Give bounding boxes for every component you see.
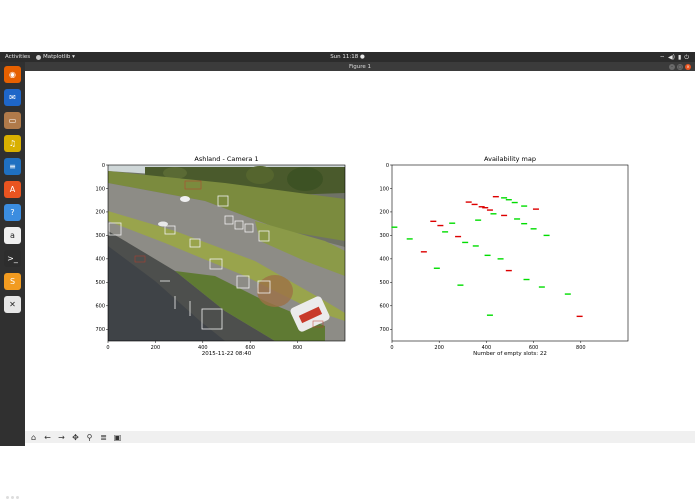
right-ytick-label: 200 (379, 210, 389, 216)
close-button[interactable]: × (685, 63, 691, 70)
right-ytick-label: 600 (379, 304, 389, 310)
empty-slot-mark (486, 314, 493, 316)
empty-slot-mark (462, 241, 469, 244)
empty-slot-mark (490, 213, 497, 215)
forward-icon[interactable]: → (57, 433, 66, 442)
occupied-slot-mark (482, 207, 489, 209)
thunderbird-icon[interactable]: ✉ (4, 89, 21, 106)
empty-slot-mark (433, 267, 440, 269)
empty-slot-mark (521, 222, 528, 225)
power-icon: ⏻ (684, 53, 689, 61)
zoom-icon[interactable]: ⚲ (85, 433, 94, 442)
left-axes-title: Ashland - Camera 1 (194, 155, 259, 163)
rhythmbox-icon[interactable]: ♫ (4, 135, 21, 152)
sublime-icon[interactable]: S (4, 273, 21, 290)
availability-axes (391, 164, 629, 342)
right-ytick-label: 700 (379, 327, 389, 333)
right-axes-title: Availability map (484, 155, 536, 163)
occupied-slot-mark (486, 209, 493, 211)
empty-slot-mark (497, 258, 504, 260)
left-ytick-label: 300 (95, 233, 105, 239)
occupied-slot-mark (501, 214, 508, 217)
right-ytick-label: 100 (379, 186, 389, 192)
empty-slot-mark (514, 218, 521, 220)
matplotlib-toolbar: ⌂ ← → ✥ ⚲ ≣ ▣ (25, 431, 695, 443)
window-titlebar[interactable]: Figure 1 – □ × (25, 62, 695, 71)
empty-slot-mark (538, 286, 545, 288)
empty-slot-mark (475, 219, 482, 221)
terminal-icon[interactable]: >_ (4, 250, 21, 267)
screen-margin-top (0, 0, 695, 52)
left-ytick-label: 700 (95, 327, 105, 333)
empty-slot-mark (391, 226, 398, 228)
occupied-slot-mark (471, 203, 478, 206)
empty-slot-mark (442, 231, 449, 233)
dock: ◉ ✉ ▭ ♫ ≡ A? a >_ S ✕ (0, 62, 25, 499)
occupied-slot-mark (420, 251, 427, 253)
right-ytick-label: 300 (379, 233, 389, 239)
save-icon[interactable]: ▣ (113, 433, 122, 442)
occupied-slot-mark (532, 208, 539, 210)
gnome-top-bar: Activities Matplotlib ▾ Sun 11:18 ● ⌔ ◀)… (0, 52, 695, 62)
empty-slot-mark (484, 254, 491, 257)
left-ytick-label: 500 (95, 280, 105, 286)
empty-slot-mark (457, 284, 464, 286)
window-title: Figure 1 (348, 63, 372, 70)
clock[interactable]: Sun 11:18 ● (0, 54, 695, 60)
left-ytick-label: 600 (95, 304, 105, 310)
occupied-slot-mark (505, 269, 512, 272)
left-ytick-label: 200 (95, 210, 105, 216)
right-ytick-label: 0 (386, 163, 389, 169)
tool-icon[interactable]: ✕ (4, 296, 21, 313)
pan-icon[interactable]: ✥ (71, 433, 80, 442)
left-axes-xlabel: 2015-11-22 08:40 (201, 351, 252, 357)
empty-slot-mark (505, 199, 512, 201)
occupied-slot-mark (430, 220, 437, 223)
configure-icon[interactable]: ≣ (99, 433, 108, 442)
figure-svg: 0 200 400 600 80001002003004005006007000 200 4… (95, 163, 629, 351)
amazon-icon[interactable]: a (4, 227, 21, 244)
occupied-slot-mark (576, 315, 583, 318)
empty-slot-mark (472, 245, 479, 247)
files-icon[interactable]: ▭ (4, 112, 21, 129)
occupied-slot-mark (465, 201, 472, 203)
left-ytick-label: 0 (102, 163, 105, 169)
system-tray[interactable]: ⌔ ◀) ▮ ⏻ (659, 54, 689, 62)
occupied-slot-mark (437, 224, 444, 227)
maximize-button[interactable]: □ (677, 63, 683, 70)
empty-slot-mark (449, 222, 456, 224)
figure-canvas[interactable]: 0 200 400 600 800 0 100 200 300 400 500 600 700 0 200 4… (25, 71, 695, 431)
left-ytick-label: 100 (95, 186, 105, 192)
camera-image (107, 164, 346, 342)
empty-slot-mark (530, 228, 537, 230)
software-icon[interactable]: A (4, 181, 21, 198)
firefox-icon[interactable]: ◉ (4, 66, 21, 83)
right-ytick-label: 500 (379, 280, 389, 286)
minimize-button[interactable]: – (669, 63, 675, 70)
empty-slot-mark (501, 197, 508, 199)
empty-slot-mark (564, 293, 571, 295)
back-icon[interactable]: ← (43, 433, 52, 442)
right-axes-xlabel: Number of empty slots: 22 (473, 351, 547, 357)
occupied-slot-mark (455, 235, 462, 238)
battery-icon: ▮ (677, 53, 682, 61)
writer-icon[interactable]: ≡ (4, 158, 21, 175)
empty-slot-mark (523, 278, 530, 281)
empty-slot-mark (543, 234, 550, 237)
left-ytick-label: 400 (95, 257, 105, 263)
volume-icon: ◀) (667, 53, 675, 61)
empty-slot-mark (406, 238, 413, 240)
screen-margin-bottom (0, 446, 695, 494)
empty-slot-mark (521, 205, 528, 207)
right-ytick-label: 400 (379, 257, 389, 263)
home-icon[interactable]: ⌂ (29, 433, 38, 442)
occupied-slot-mark (492, 195, 499, 198)
help-icon[interactable]: ? (4, 204, 21, 221)
empty-slot-mark (511, 201, 518, 204)
wifi-icon: ⌔ (659, 54, 665, 62)
